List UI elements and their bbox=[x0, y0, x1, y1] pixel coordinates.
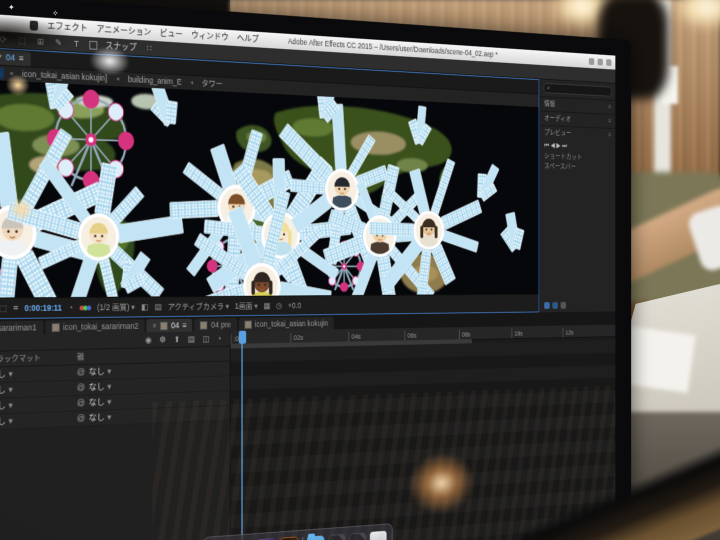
exposure-value[interactable]: +0.0 bbox=[288, 301, 301, 310]
panel-menu-icon[interactable]: ≡ bbox=[183, 320, 187, 329]
shortcut-value[interactable]: スペースバー bbox=[544, 162, 576, 171]
after-effects-ui: エフェクト アニメーション ビュー ウィンドウ ヘルプ Adobe After … bbox=[0, 10, 616, 540]
track-matte-dropdown[interactable]: なし bbox=[0, 385, 13, 395]
snapshot-icon[interactable] bbox=[68, 303, 73, 312]
parent-column-header[interactable]: 親 bbox=[77, 351, 181, 361]
track-matte-dropdown[interactable]: なし bbox=[0, 400, 13, 410]
info-panel-label: 情報 bbox=[544, 99, 556, 108]
breadcrumb-arrow-icon: ◂ bbox=[190, 79, 194, 87]
right-panel-strip: 情報≡ オーディオ≡ プレビュー≡ ⏮ ◀ ▶ ⏭ ショートカット bbox=[539, 79, 616, 313]
fast-previews-icon[interactable] bbox=[276, 301, 282, 309]
shortcut-label: ショートカット bbox=[544, 152, 583, 161]
track-matte-dropdown[interactable]: なし bbox=[0, 416, 13, 426]
composition-viewer[interactable] bbox=[0, 77, 539, 298]
parent-pickwhip-icon[interactable] bbox=[77, 368, 85, 377]
menu-window[interactable]: ウィンドウ bbox=[191, 30, 228, 42]
comp-icon bbox=[160, 321, 168, 330]
snap-checkbox[interactable] bbox=[89, 40, 98, 50]
parent-pickwhip-icon[interactable] bbox=[77, 414, 85, 423]
comp-icon bbox=[200, 320, 208, 330]
close-tab-icon[interactable]: × bbox=[152, 321, 156, 330]
pixel-aspect-icon[interactable] bbox=[263, 302, 270, 310]
breadcrumb-item[interactable]: タワー bbox=[198, 78, 226, 89]
breadcrumb-item-active[interactable]: 04 bbox=[0, 67, 5, 79]
workspace-grid-icon[interactable] bbox=[145, 44, 154, 53]
safe-zones-icon[interactable] bbox=[0, 304, 7, 313]
timeline-tab-label: icon_tokai_sarariman2 bbox=[63, 320, 139, 332]
draft-3d-icon[interactable] bbox=[160, 335, 166, 344]
breadcrumb-arrow-icon: ◂ bbox=[115, 75, 120, 83]
world-map-artwork bbox=[0, 77, 539, 298]
graph-editor-icon[interactable] bbox=[217, 334, 222, 342]
motion-blur-icon[interactable] bbox=[174, 335, 180, 344]
menu-bar-status-icons[interactable] bbox=[588, 57, 612, 66]
resolution-dropdown[interactable]: (1/2 画質) bbox=[97, 302, 135, 312]
timeline-tab-label: icon_tokai_asian kokujin bbox=[254, 318, 329, 329]
menu-view[interactable]: ビュー bbox=[160, 28, 183, 39]
menu-animation[interactable]: アニメーション bbox=[96, 24, 151, 37]
timeline-tab-label: 04 pre bbox=[211, 319, 232, 330]
timeline-tab-label: icon_tokai_sarariman1 bbox=[0, 322, 37, 334]
parent-dropdown[interactable]: なし bbox=[89, 412, 112, 422]
comp-icon bbox=[51, 322, 60, 332]
ruler-tick: 10s bbox=[511, 327, 563, 339]
composition-panel: コンポジション 04 ≡ 04 pre ◂ 04 ◂ icon_tokai_as… bbox=[0, 44, 540, 320]
ruler-tick: 08s bbox=[458, 328, 512, 340]
track-matte-dropdown[interactable]: なし bbox=[0, 369, 13, 379]
lens-flare-small bbox=[9, 197, 34, 222]
playhead-handle[interactable] bbox=[238, 330, 247, 344]
track-matte-column-header[interactable]: トラックマット bbox=[0, 353, 77, 363]
lens-flare-small bbox=[5, 73, 30, 97]
audio-panel-label: オーディオ bbox=[544, 114, 572, 123]
menu-help[interactable]: ヘルプ bbox=[237, 33, 259, 44]
active-camera-dropdown[interactable]: アクティブカメラ bbox=[168, 301, 229, 311]
transparency-grid-icon[interactable] bbox=[154, 303, 161, 312]
panel-menu-icon[interactable]: ≡ bbox=[19, 53, 24, 63]
timeline-tab-label: 04 bbox=[171, 320, 180, 330]
preview-panel-label: プレビュー bbox=[544, 128, 572, 138]
grid-guides-icon[interactable] bbox=[13, 304, 18, 313]
timeline-tab-04pre[interactable]: 04 pre bbox=[194, 317, 237, 332]
region-of-interest-icon[interactable] bbox=[141, 303, 148, 312]
breadcrumb-item[interactable]: building_anim_E bbox=[124, 74, 185, 87]
composition-mini-flowchart-icon[interactable] bbox=[145, 336, 152, 345]
ruler-tick: 12s bbox=[562, 326, 613, 338]
parent-pickwhip-icon[interactable] bbox=[77, 383, 85, 392]
preview-option-icons[interactable] bbox=[540, 298, 615, 312]
current-timecode[interactable]: 0:00:19:11 bbox=[24, 303, 61, 313]
shy-layers-icon[interactable] bbox=[202, 335, 209, 343]
transport-buttons[interactable]: ⏮ ◀ ▶ ⏭ bbox=[544, 141, 567, 149]
parent-dropdown[interactable]: なし bbox=[89, 367, 112, 377]
timeline-tab-04-active[interactable]: × 04 ≡ bbox=[146, 318, 193, 333]
parent-dropdown[interactable]: なし bbox=[89, 382, 112, 392]
photo-of-laptop-scene: エフェクト アニメーション ビュー ウィンドウ ヘルプ Adobe After … bbox=[0, 0, 720, 540]
reflection-sparkle: ✦ bbox=[8, 3, 15, 12]
frame-blend-icon[interactable] bbox=[188, 335, 195, 344]
library-search-input[interactable] bbox=[543, 82, 613, 97]
view-layout-dropdown[interactable]: 1画面 bbox=[235, 301, 258, 310]
parent-pickwhip-icon[interactable] bbox=[77, 399, 85, 408]
screen-glare-dark bbox=[0, 10, 74, 59]
laptop-screen-bezel: エフェクト アニメーション ビュー ウィンドウ ヘルプ Adobe After … bbox=[0, 0, 632, 540]
comp-icon bbox=[244, 320, 252, 329]
parent-dropdown[interactable]: なし bbox=[89, 397, 112, 407]
reflection-sparkle: ✧ bbox=[52, 9, 59, 18]
show-channel-icon[interactable] bbox=[79, 304, 91, 311]
